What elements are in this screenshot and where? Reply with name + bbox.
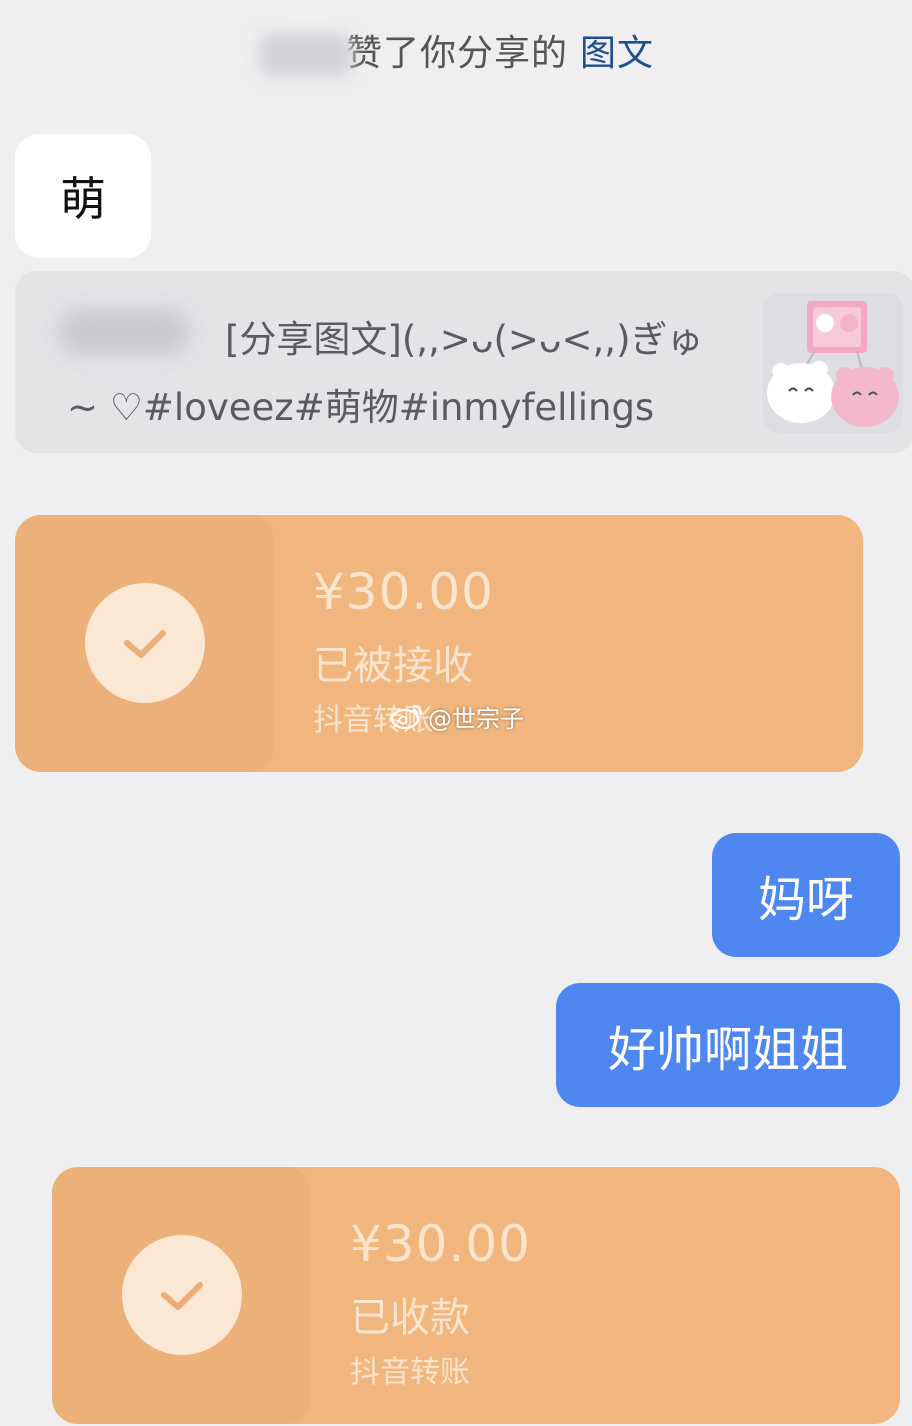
- incoming-message-text: 萌: [60, 172, 106, 226]
- chat-screen: 赞了你分享的 图文 萌 [分享图文](,,>ᴗ(>ᴗ<,,)ぎゅ ~ ♡#love…: [0, 0, 912, 1426]
- transfer-source: 抖音转账: [350, 1355, 470, 1390]
- shared-post-thumbnail[interactable]: [763, 293, 903, 433]
- watermark-text: @世宗子: [428, 704, 524, 733]
- like-notice: 赞了你分享的 图文: [0, 24, 912, 77]
- outgoing-message-text: 好帅啊姐姐: [607, 1022, 848, 1078]
- shared-post-title: [分享图文](,,>ᴗ(>ᴗ<,,)ぎゅ: [225, 318, 704, 361]
- outgoing-message-bubble[interactable]: 好帅啊姐姐: [556, 983, 900, 1107]
- incoming-message-bubble[interactable]: 萌: [15, 134, 151, 258]
- transfer-card-collected[interactable]: ¥30.00 已收款 抖音转账: [52, 1167, 900, 1424]
- outgoing-message-text: 妈呀: [757, 872, 854, 928]
- plush-keychain-image: [763, 293, 903, 433]
- check-circle-icon: [122, 1235, 242, 1355]
- weibo-watermark: @世宗子: [390, 696, 524, 736]
- check-circle-icon: [85, 583, 205, 703]
- notice-link-post[interactable]: 图文: [580, 33, 654, 74]
- shared-post-card[interactable]: [分享图文](,,>ᴗ(>ᴗ<,,)ぎゅ ~ ♡#loveez#萌物#inmyf…: [15, 271, 912, 453]
- outgoing-message-bubble[interactable]: 妈呀: [712, 833, 900, 957]
- blurred-username: [257, 33, 354, 77]
- weibo-logo-icon: [390, 704, 423, 730]
- shared-post-tags: ~ ♡#loveez#萌物#inmyfellings: [67, 386, 655, 429]
- transfer-status: 已收款: [350, 1295, 470, 1341]
- transfer-amount: ¥30.00: [350, 1215, 531, 1273]
- blurred-sender-name: [59, 309, 189, 355]
- transfer-status: 已被接收: [313, 643, 473, 689]
- notice-text: 赞了你分享的: [345, 33, 568, 74]
- transfer-amount: ¥30.00: [313, 563, 494, 621]
